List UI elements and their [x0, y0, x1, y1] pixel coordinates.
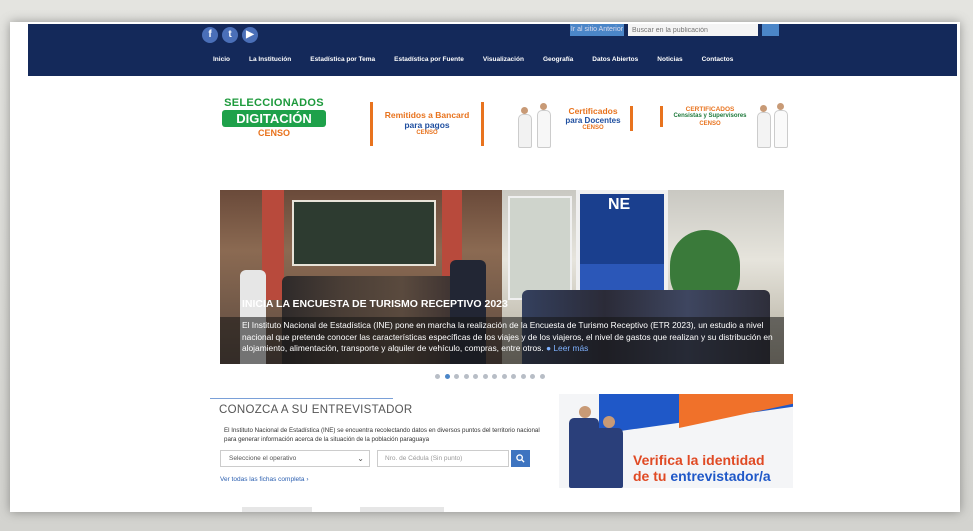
search-input[interactable] [628, 24, 758, 36]
slider-dot[interactable] [511, 374, 516, 379]
person-photo [774, 110, 788, 148]
banner-line: para Docentes [565, 116, 621, 125]
view-all-link[interactable]: Ver todas las fichas completa › [220, 476, 309, 483]
banner-line: DIGITACIÓN [222, 110, 326, 127]
tab-stub [360, 507, 444, 512]
banner-line: CENSO [582, 125, 604, 131]
banner-line: CERTIFICADOS [685, 106, 735, 113]
person-photo [518, 114, 532, 148]
nav-institucion[interactable]: La Institución [249, 56, 291, 63]
slider-dot[interactable] [501, 374, 507, 379]
promo-line2-bold: entrevistador/a [670, 468, 771, 484]
banner-certificados-censistas[interactable]: CERTIFICADOS Censistas y Supervisores CE… [660, 102, 790, 148]
banner-line: Certificados [568, 106, 618, 116]
tab-stub [242, 507, 312, 512]
slider-dot[interactable] [520, 374, 526, 379]
view-all-label: Ver todas las fichas completa [220, 476, 305, 483]
person-photo [540, 103, 547, 110]
chevron-down-icon: ⌄ [357, 454, 364, 463]
promo-line2: de tu entrevistador/a [633, 468, 771, 484]
person-photo [777, 103, 784, 110]
banner-line: Censistas y Supervisores [673, 113, 747, 119]
person-photo [760, 105, 767, 112]
promo-verifica-identidad[interactable]: Verifica la identidad de tu entrevistado… [559, 394, 793, 488]
banner-seleccionados-digitacion[interactable]: SELECCIONADOS DIGITACIÓN CENSO [216, 97, 332, 141]
slider-pagination [435, 374, 545, 379]
photo-window [508, 196, 572, 300]
facebook-icon[interactable]: f [202, 27, 218, 43]
main-nav: Inicio La Institución Estadística por Te… [213, 56, 752, 63]
youtube-icon[interactable]: ▶ [242, 27, 258, 43]
nav-estadistica-tema[interactable]: Estadística por Tema [310, 56, 375, 63]
nav-estadistica-fuente[interactable]: Estadística por Fuente [394, 56, 464, 63]
person-photo [757, 112, 771, 148]
person-photo [595, 428, 623, 488]
search-button[interactable] [762, 24, 779, 36]
read-more-label: Leer más [553, 343, 589, 353]
banner-line: CENSO [257, 128, 290, 138]
slider-dot[interactable] [473, 374, 478, 379]
cedula-input[interactable]: Nro. de Cédula (Sin punto) [377, 450, 509, 467]
previous-site-link[interactable]: Ir al sitio Anterior [570, 24, 624, 36]
banner-text: Certificados para Docentes CENSO [556, 106, 633, 131]
slider-dot[interactable] [482, 374, 488, 379]
slider-dot[interactable] [530, 374, 535, 379]
operativo-select[interactable]: Seleccione el operativo ⌄ [220, 450, 370, 467]
banner-line: Remitidos a Bancard [384, 110, 470, 120]
banner-remitidos-bancard[interactable]: Remitidos a Bancard para pagos CENSO [370, 102, 484, 146]
nav-visualizacion[interactable]: Visualización [483, 56, 524, 63]
promo-wave [679, 394, 793, 428]
banner-line: SELECCIONADOS [224, 97, 324, 109]
nav-contactos[interactable]: Contactos [702, 56, 734, 63]
person-photo [603, 416, 615, 428]
slider-dot[interactable] [454, 374, 459, 379]
slider-dot[interactable] [539, 374, 545, 379]
slide-body: El Instituto Nacional de Estadística (IN… [242, 320, 773, 353]
search-entrevistador-button[interactable] [511, 450, 530, 467]
promo-line2-prefix: de tu [633, 468, 671, 484]
promo-line1: Verifica la identidad [633, 452, 765, 468]
nav-inicio[interactable]: Inicio [213, 56, 230, 63]
person-photo [521, 107, 528, 114]
nav-datos-abiertos[interactable]: Datos Abiertos [592, 56, 638, 63]
read-more-link[interactable]: ● Leer más [546, 343, 588, 353]
banner-line: para pagos [404, 120, 450, 130]
slider-dot[interactable] [492, 374, 497, 379]
banner-text: CERTIFICADOS Censistas y Supervisores CE… [660, 106, 757, 127]
slider-dot[interactable] [463, 374, 469, 379]
section-divider [210, 398, 393, 399]
person-photo [537, 110, 551, 148]
banner-line: CENSO [416, 130, 438, 136]
slide-title: INICIA LA ENCUESTA DE TURISMO RECEPTIVO … [242, 298, 508, 310]
slider-dot[interactable] [435, 374, 440, 379]
section-description: El Instituto Nacional de Estadística (IN… [224, 427, 540, 443]
photo-window [292, 200, 436, 266]
person-photo [579, 406, 591, 418]
slide-text: El Instituto Nacional de Estadística (IN… [242, 320, 780, 355]
chevron-right-icon: › [306, 476, 309, 483]
search-icon [516, 454, 525, 463]
banner-line: CENSO [699, 121, 721, 127]
operativo-select-value: Seleccione el operativo [229, 455, 297, 462]
section-title: CONOZCA A SU ENTREVISTADOR [219, 404, 413, 416]
banner-certificados-docentes[interactable]: Certificados para Docentes CENSO [512, 102, 633, 148]
nav-geografia[interactable]: Geografía [543, 56, 573, 63]
nav-noticias[interactable]: Noticias [657, 56, 682, 63]
site-header: f t ▶ Ir al sitio Anterior Inicio La Ins… [28, 24, 957, 76]
ine-logo: NE [608, 196, 631, 213]
twitter-icon[interactable]: t [222, 27, 238, 43]
slider-dot[interactable] [444, 374, 450, 379]
